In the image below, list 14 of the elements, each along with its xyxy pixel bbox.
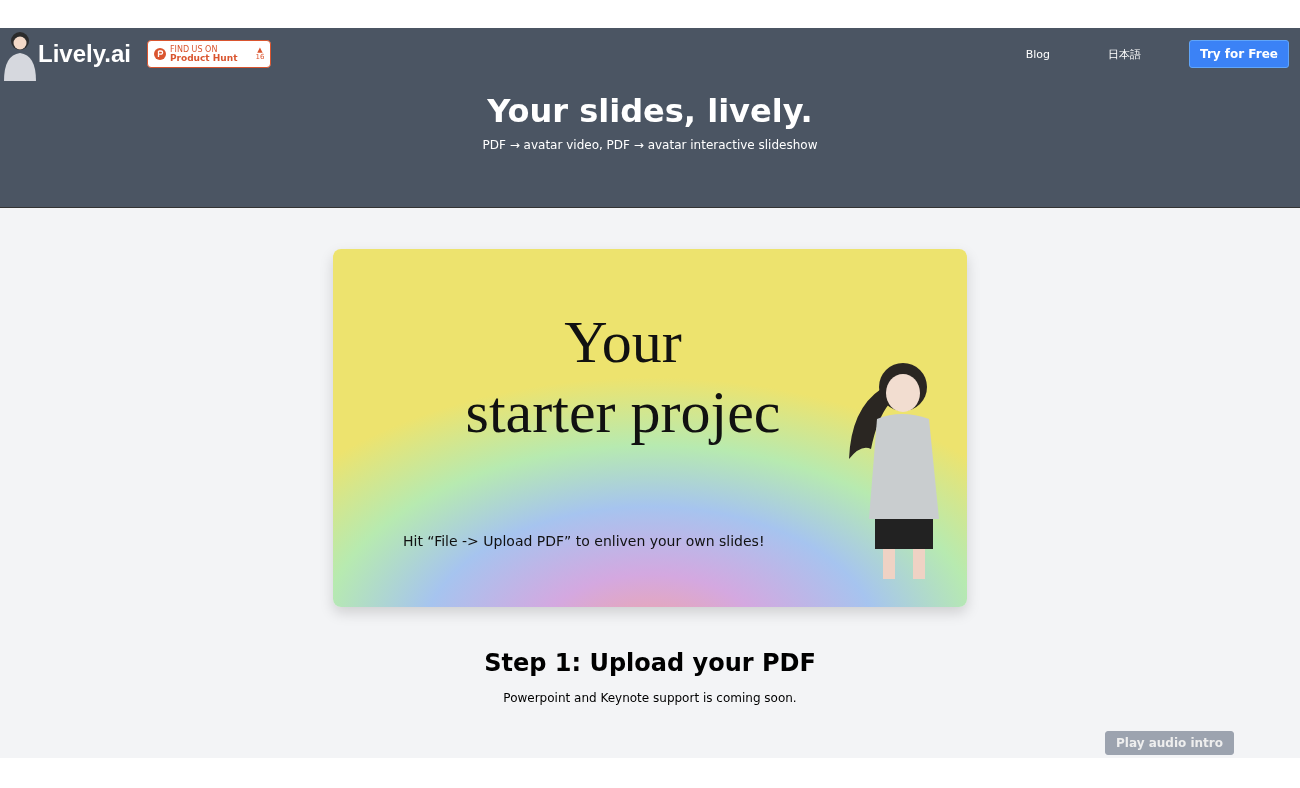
slide-hint: Hit “File -> Upload PDF” to enliven your own slides! bbox=[403, 533, 765, 549]
badge-caption: FIND US ON bbox=[169, 45, 219, 54]
product-hunt-icon bbox=[153, 48, 166, 60]
nav-link[interactable]: Blog bbox=[1025, 47, 1050, 61]
hero-subtitle: PDF → avatar video, PDF → avatar interactive slideshow bbox=[481, 138, 819, 152]
logo-text[interactable]: Lively.ai bbox=[38, 40, 131, 68]
slide-title-line: Your bbox=[563, 308, 683, 377]
step-title: Step 1: Upload your PDF bbox=[484, 649, 816, 677]
step-note: Powerpoint and Keynote support is coming soon. bbox=[503, 691, 797, 705]
badge-title: Product Hunt bbox=[169, 53, 238, 63]
hero-title: Your slides, lively. bbox=[486, 92, 814, 130]
try-free-button[interactable]: Try for Free bbox=[1189, 40, 1289, 68]
slide-title-line: starter projec bbox=[464, 378, 782, 447]
nav-link[interactable]: 日本語 bbox=[1108, 46, 1141, 62]
